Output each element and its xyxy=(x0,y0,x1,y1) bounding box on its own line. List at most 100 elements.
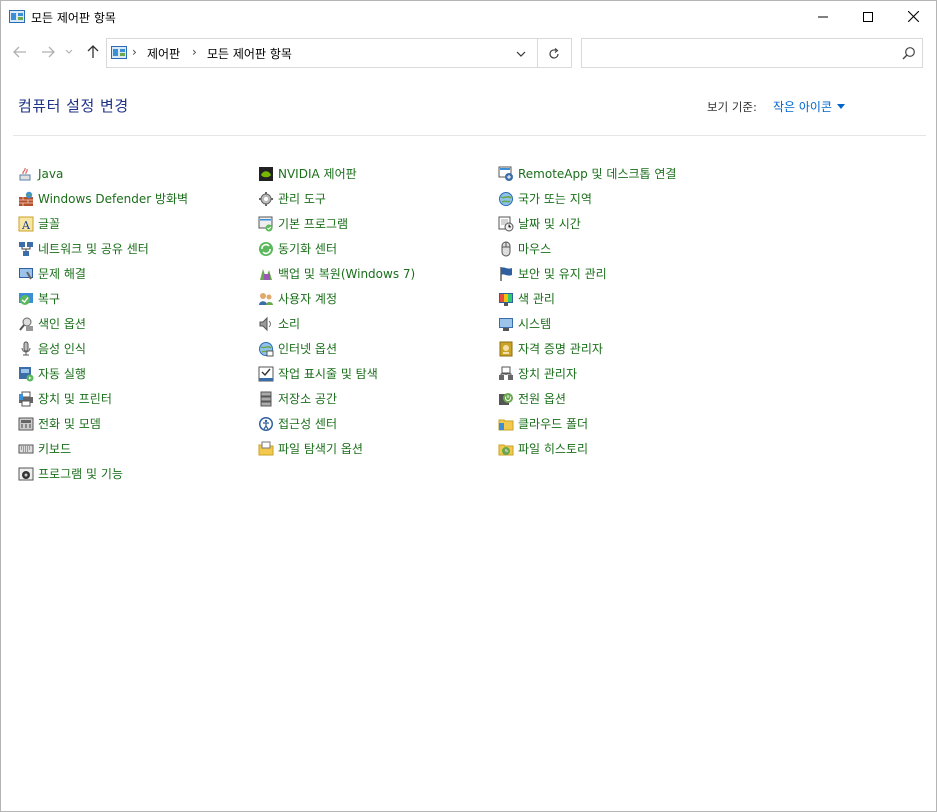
control-panel-item-label[interactable]: 관리 도구 xyxy=(278,190,326,207)
view-by-value[interactable]: 작은 아이콘 xyxy=(773,98,832,115)
address-bar[interactable]: › 제어판 › 모든 제어판 항목 xyxy=(106,38,572,68)
back-button[interactable] xyxy=(10,41,30,63)
forward-button[interactable] xyxy=(38,41,58,63)
control-panel-item-label[interactable]: 자동 실행 xyxy=(38,365,86,382)
control-panel-item[interactable]: 네트워크 및 공유 센터 xyxy=(18,236,188,261)
control-panel-item[interactable]: 기본 프로그램 xyxy=(258,211,415,236)
address-dropdown-button[interactable] xyxy=(511,45,531,63)
remoteapp-icon xyxy=(498,166,514,182)
control-panel-item-label[interactable]: 파일 탐색기 옵션 xyxy=(278,440,363,457)
control-panel-item[interactable]: 클라우드 폴더 xyxy=(498,411,676,436)
window-title: 모든 제어판 항목 xyxy=(31,11,116,25)
close-button[interactable] xyxy=(890,1,936,32)
control-panel-item[interactable]: A 글꼴 xyxy=(18,211,188,236)
programs-icon xyxy=(18,466,34,482)
control-panel-item[interactable]: 백업 및 복원(Windows 7) xyxy=(258,261,415,286)
control-panel-item[interactable]: 음성 인식 xyxy=(18,336,188,361)
control-panel-item-label[interactable]: 음성 인식 xyxy=(38,340,86,357)
svg-text:A: A xyxy=(21,219,31,232)
breadcrumb-all-items[interactable]: 모든 제어판 항목 xyxy=(207,45,292,62)
control-panel-item-label[interactable]: 키보드 xyxy=(38,440,71,457)
control-panel-item-label[interactable]: 사용자 계정 xyxy=(278,290,337,307)
control-panel-item[interactable]: RemoteApp 및 데스크톱 연결 xyxy=(498,161,676,186)
recent-locations-button[interactable] xyxy=(63,41,75,63)
refresh-button[interactable] xyxy=(544,44,564,64)
control-panel-item-label[interactable]: RemoteApp 및 데스크톱 연결 xyxy=(518,165,676,182)
control-panel-item-label[interactable]: 국가 또는 지역 xyxy=(518,190,592,207)
control-panel-item[interactable]: 프로그램 및 기능 xyxy=(18,461,188,486)
control-panel-item[interactable]: 전원 옵션 xyxy=(498,386,676,411)
control-panel-item-label[interactable]: 시스템 xyxy=(518,315,551,332)
control-panel-item[interactable]: 동기화 센터 xyxy=(258,236,415,261)
firewall-icon xyxy=(18,191,34,207)
control-panel-item[interactable]: NVIDIA 제어판 xyxy=(258,161,415,186)
control-panel-item[interactable]: 장치 및 프린터 xyxy=(18,386,188,411)
control-panel-item[interactable]: 장치 관리자 xyxy=(498,361,676,386)
control-panel-item-label[interactable]: 날짜 및 시간 xyxy=(518,215,581,232)
minimize-button[interactable] xyxy=(800,1,846,32)
control-panel-item[interactable]: 전화 및 모뎀 xyxy=(18,411,188,436)
control-panel-item[interactable]: 국가 또는 지역 xyxy=(498,186,676,211)
control-panel-item[interactable]: 저장소 공간 xyxy=(258,386,415,411)
control-panel-item-label[interactable]: 글꼴 xyxy=(38,215,60,232)
control-panel-item-label[interactable]: 복구 xyxy=(38,290,60,307)
control-panel-item[interactable]: Java xyxy=(18,161,188,186)
control-panel-item-label[interactable]: 클라우드 폴더 xyxy=(518,415,588,432)
control-panel-item-label[interactable]: Windows Defender 방화벽 xyxy=(38,190,188,207)
control-panel-item-label[interactable]: 프로그램 및 기능 xyxy=(38,465,123,482)
control-panel-item-label[interactable]: 네트워크 및 공유 센터 xyxy=(38,240,149,257)
system-icon xyxy=(498,316,514,332)
control-panel-item-label[interactable]: 인터넷 옵션 xyxy=(278,340,337,357)
control-panel-item-label[interactable]: 장치 및 프린터 xyxy=(38,390,112,407)
control-panel-item-label[interactable]: 접근성 센터 xyxy=(278,415,337,432)
control-panel-item[interactable]: 작업 표시줄 및 탐색 xyxy=(258,361,415,386)
control-panel-item[interactable]: 파일 탐색기 옵션 xyxy=(258,436,415,461)
control-panel-item[interactable]: 복구 xyxy=(18,286,188,311)
control-panel-item[interactable]: 인터넷 옵션 xyxy=(258,336,415,361)
control-panel-item[interactable]: 날짜 및 시간 xyxy=(498,211,676,236)
control-panel-item[interactable]: 색인 옵션 xyxy=(18,311,188,336)
control-panel-item[interactable]: 색 관리 xyxy=(498,286,676,311)
control-panel-item-label[interactable]: 기본 프로그램 xyxy=(278,215,348,232)
breadcrumb-separator-icon[interactable]: › xyxy=(132,45,137,59)
control-panel-item[interactable]: 마우스 xyxy=(498,236,676,261)
control-panel-item-label[interactable]: 파일 히스토리 xyxy=(518,440,588,457)
control-panel-item-label[interactable]: 색 관리 xyxy=(518,290,555,307)
control-panel-item-label[interactable]: 동기화 센터 xyxy=(278,240,337,257)
control-panel-item[interactable]: 키보드 xyxy=(18,436,188,461)
control-panel-item-label[interactable]: Java xyxy=(38,167,63,181)
breadcrumb-separator-icon[interactable]: › xyxy=(192,45,197,59)
control-panel-item-label[interactable]: 백업 및 복원(Windows 7) xyxy=(278,265,415,282)
control-panel-item[interactable]: 자격 증명 관리자 xyxy=(498,336,676,361)
control-panel-item[interactable]: 보안 및 유지 관리 xyxy=(498,261,676,286)
control-panel-item-label[interactable]: 자격 증명 관리자 xyxy=(518,340,603,357)
control-panel-item-label[interactable]: 전화 및 모뎀 xyxy=(38,415,101,432)
breadcrumb-control-panel[interactable]: 제어판 xyxy=(147,45,180,62)
control-panel-item-label[interactable]: 전원 옵션 xyxy=(518,390,566,407)
control-panel-item-label[interactable]: 색인 옵션 xyxy=(38,315,86,332)
control-panel-item-label[interactable]: 보안 및 유지 관리 xyxy=(518,265,607,282)
control-panel-item-label[interactable]: NVIDIA 제어판 xyxy=(278,165,357,182)
view-by-dropdown[interactable]: 작은 아이콘 xyxy=(773,98,846,115)
maximize-button[interactable] xyxy=(845,1,891,32)
control-panel-item-label[interactable]: 문제 해결 xyxy=(38,265,86,282)
control-panel-item[interactable]: 자동 실행 xyxy=(18,361,188,386)
control-panel-item-label[interactable]: 장치 관리자 xyxy=(518,365,577,382)
control-panel-item[interactable]: 관리 도구 xyxy=(258,186,415,211)
control-panel-item[interactable]: Windows Defender 방화벽 xyxy=(18,186,188,211)
control-panel-item-label[interactable]: 저장소 공간 xyxy=(278,390,337,407)
up-button[interactable] xyxy=(83,41,103,63)
internet-icon xyxy=(258,341,274,357)
control-panel-item[interactable]: 시스템 xyxy=(498,311,676,336)
control-panel-item[interactable]: 파일 히스토리 xyxy=(498,436,676,461)
control-panel-item[interactable]: 접근성 센터 xyxy=(258,411,415,436)
control-panel-item-label[interactable]: 작업 표시줄 및 탐색 xyxy=(278,365,378,382)
control-panel-item[interactable]: 문제 해결 xyxy=(18,261,188,286)
control-panel-item-label[interactable]: 소리 xyxy=(278,315,300,332)
storage-icon xyxy=(258,391,274,407)
control-panel-item-label[interactable]: 마우스 xyxy=(518,240,551,257)
search-icon[interactable] xyxy=(902,46,916,60)
search-box[interactable] xyxy=(581,38,923,68)
control-panel-item[interactable]: 소리 xyxy=(258,311,415,336)
control-panel-item[interactable]: 사용자 계정 xyxy=(258,286,415,311)
